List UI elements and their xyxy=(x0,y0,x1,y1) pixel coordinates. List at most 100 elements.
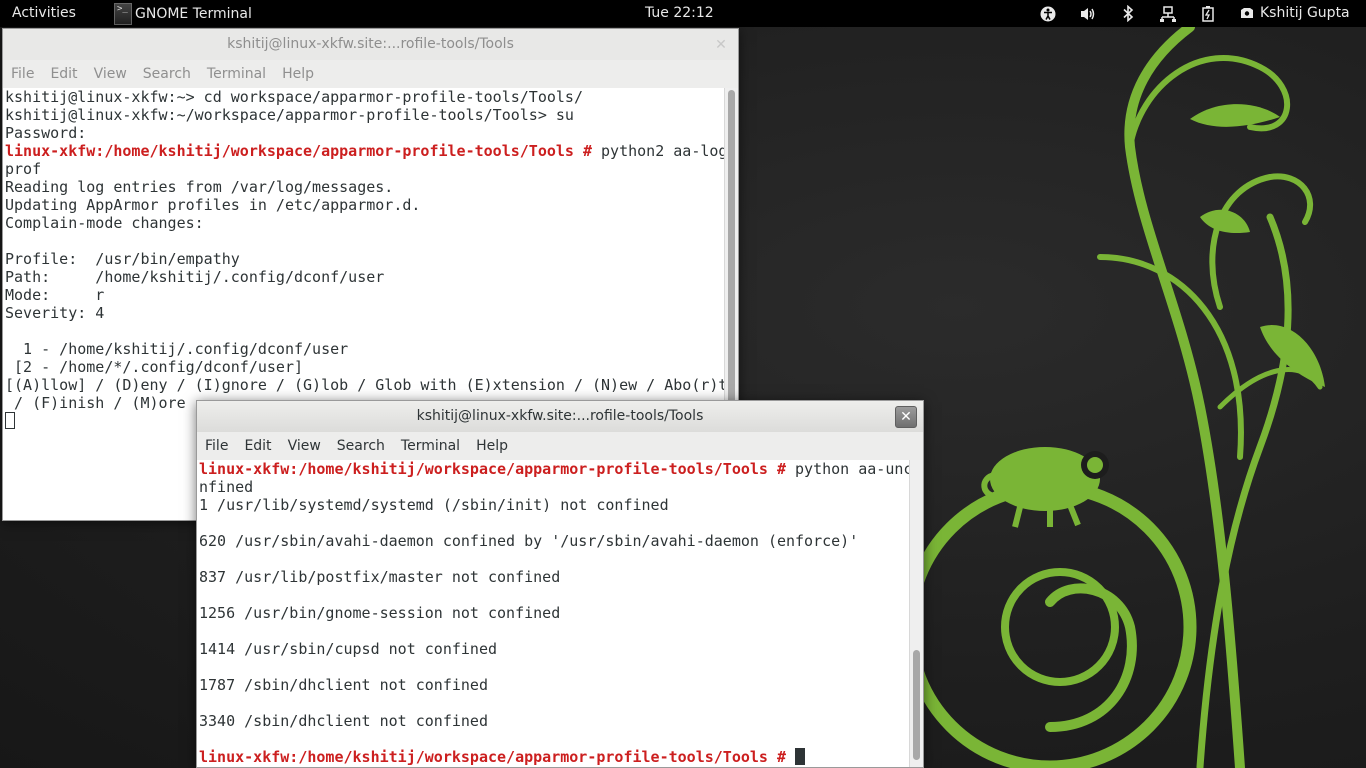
network-icon[interactable] xyxy=(1159,5,1177,23)
terminal-text: python aa-unc xyxy=(786,460,909,478)
terminal-text: 1 /usr/lib/systemd/systemd (/sbin/init) … xyxy=(199,496,669,514)
terminal-line: prof xyxy=(5,160,724,178)
window-title: kshitij@linux-xkfw.site:...rofile-tools/… xyxy=(416,408,704,424)
clock[interactable]: Tue 22:12 xyxy=(645,5,714,21)
terminal-text: Profile: /usr/bin/empathy xyxy=(5,250,240,268)
menu-edit[interactable]: Edit xyxy=(236,438,279,454)
terminal-text: 3340 /sbin/dhclient not confined xyxy=(199,712,488,730)
terminal-line: 3340 /sbin/dhclient not confined xyxy=(199,712,909,730)
terminal-text: Complain-mode changes: xyxy=(5,214,204,232)
terminal-line: linux-xkfw:/home/kshitij/workspace/appar… xyxy=(199,748,909,766)
terminal-text: Path: /home/kshitij/.config/dconf/user xyxy=(5,268,385,286)
terminal-text: Mode: r xyxy=(5,286,105,304)
terminal-line: 1787 /sbin/dhclient not confined xyxy=(199,676,909,694)
menu-view[interactable]: View xyxy=(86,66,135,82)
system-tray xyxy=(1039,0,1239,27)
terminal-text: Updating AppArmor profiles in /etc/appar… xyxy=(5,196,421,214)
terminal-line: 620 /usr/sbin/avahi-daemon confined by '… xyxy=(199,532,909,550)
terminal-icon: >_ xyxy=(114,2,132,25)
terminal-line: Severity: 4 xyxy=(5,304,724,322)
window-title: kshitij@linux-xkfw.site:...rofile-tools/… xyxy=(227,36,514,52)
terminal-line: Password: xyxy=(5,124,724,142)
terminal-text: 1256 /usr/bin/gnome-session not confined xyxy=(199,604,561,622)
top-bar: Activities >_ GNOME Terminal Tue 22:12 K… xyxy=(0,0,1366,27)
terminal-text: Password: xyxy=(5,124,87,142)
menu-terminal[interactable]: Terminal xyxy=(199,66,274,82)
terminal-text: kshitij@linux-xkfw:~> cd workspace/appar… xyxy=(5,88,583,106)
terminal-text: 1414 /usr/sbin/cupsd not confined xyxy=(199,640,498,658)
terminal-line: [2 - /home/*/.config/dconf/user] xyxy=(5,358,724,376)
terminal-line: 1 - /home/kshitij/.config/dconf/user xyxy=(5,340,724,358)
wallpaper-vine xyxy=(903,27,1325,768)
user-icon xyxy=(1241,8,1253,18)
menu-file[interactable]: File xyxy=(197,438,236,454)
terminal-output[interactable]: linux-xkfw:/home/kshitij/workspace/appar… xyxy=(197,460,909,767)
volume-icon[interactable] xyxy=(1079,5,1097,23)
terminal-text: 837 /usr/lib/postfix/master not confined xyxy=(199,568,561,586)
terminal-line: 1256 /usr/bin/gnome-session not confined xyxy=(199,604,909,622)
terminal-line: linux-xkfw:/home/kshitij/workspace/appar… xyxy=(199,460,909,478)
user-menu[interactable]: Kshitij Gupta xyxy=(1240,5,1350,21)
terminal-line: [(A)llow] / (D)eny / (I)gnore / (G)lob /… xyxy=(5,376,724,394)
terminal-text: prof xyxy=(5,160,42,178)
battery-icon[interactable] xyxy=(1199,5,1217,23)
close-icon[interactable]: ✕ xyxy=(710,34,732,56)
menu-view[interactable]: View xyxy=(280,438,329,454)
terminal-line: kshitij@linux-xkfw:~/workspace/apparmor-… xyxy=(5,106,724,124)
window-titlebar[interactable]: kshitij@linux-xkfw.site:...rofile-tools/… xyxy=(3,29,738,60)
window-titlebar[interactable]: kshitij@linux-xkfw.site:...rofile-tools/… xyxy=(197,401,923,432)
app-menu-label: GNOME Terminal xyxy=(135,5,252,22)
scrollbar-thumb[interactable] xyxy=(913,650,920,760)
terminal-text: 1 - /home/kshitij/.config/dconf/user xyxy=(5,340,349,358)
terminal-line: nfined xyxy=(199,478,909,496)
terminal-line: 1 /usr/lib/systemd/systemd (/sbin/init) … xyxy=(199,496,909,514)
terminal-line: Profile: /usr/bin/empathy xyxy=(5,250,724,268)
terminal-line: Reading log entries from /var/log/messag… xyxy=(5,178,724,196)
close-icon[interactable]: ✕ xyxy=(895,406,917,428)
menu-help[interactable]: Help xyxy=(274,66,322,82)
scrollbar[interactable] xyxy=(909,460,923,767)
accessibility-icon[interactable] xyxy=(1039,5,1057,23)
terminal-text: 1787 /sbin/dhclient not confined xyxy=(199,676,488,694)
menu-bar: File Edit View Search Terminal Help xyxy=(3,60,738,88)
menu-bar: File Edit View Search Terminal Help xyxy=(197,432,923,460)
shell-prompt: linux-xkfw:/home/kshitij/workspace/appar… xyxy=(199,460,786,478)
menu-terminal[interactable]: Terminal xyxy=(393,438,468,454)
terminal-line: 837 /usr/lib/postfix/master not confined xyxy=(199,568,909,586)
terminal-window-foreground[interactable]: kshitij@linux-xkfw.site:...rofile-tools/… xyxy=(196,400,924,768)
terminal-text: python2 aa-log xyxy=(592,142,724,160)
text-cursor xyxy=(795,748,806,765)
menu-edit[interactable]: Edit xyxy=(42,66,85,82)
bluetooth-icon[interactable] xyxy=(1119,5,1137,23)
terminal-text: / (F)inish / (M)ore xyxy=(5,394,186,412)
terminal-line: 1414 /usr/sbin/cupsd not confined xyxy=(199,640,909,658)
terminal-text: [(A)llow] / (D)eny / (I)gnore / (G)lob /… xyxy=(5,376,724,394)
menu-search[interactable]: Search xyxy=(329,438,393,454)
terminal-line: Updating AppArmor profiles in /etc/appar… xyxy=(5,196,724,214)
menu-help[interactable]: Help xyxy=(468,438,516,454)
shell-prompt: linux-xkfw:/home/kshitij/workspace/appar… xyxy=(199,748,786,766)
activities-button[interactable]: Activities xyxy=(12,5,76,21)
menu-file[interactable]: File xyxy=(3,66,42,82)
app-menu[interactable]: >_ GNOME Terminal xyxy=(114,0,252,27)
terminal-line: Path: /home/kshitij/.config/dconf/user xyxy=(5,268,724,286)
menu-search[interactable]: Search xyxy=(135,66,199,82)
terminal-text: Severity: 4 xyxy=(5,304,105,322)
text-cursor xyxy=(5,412,15,429)
terminal-line: kshitij@linux-xkfw:~> cd workspace/appar… xyxy=(5,88,724,106)
terminal-text: Reading log entries from /var/log/messag… xyxy=(5,178,394,196)
terminal-text: nfined xyxy=(199,478,254,496)
user-name: Kshitij Gupta xyxy=(1260,5,1350,21)
shell-prompt: linux-xkfw:/home/kshitij/workspace/appar… xyxy=(5,142,592,160)
terminal-text: kshitij@linux-xkfw:~/workspace/apparmor-… xyxy=(5,106,574,124)
